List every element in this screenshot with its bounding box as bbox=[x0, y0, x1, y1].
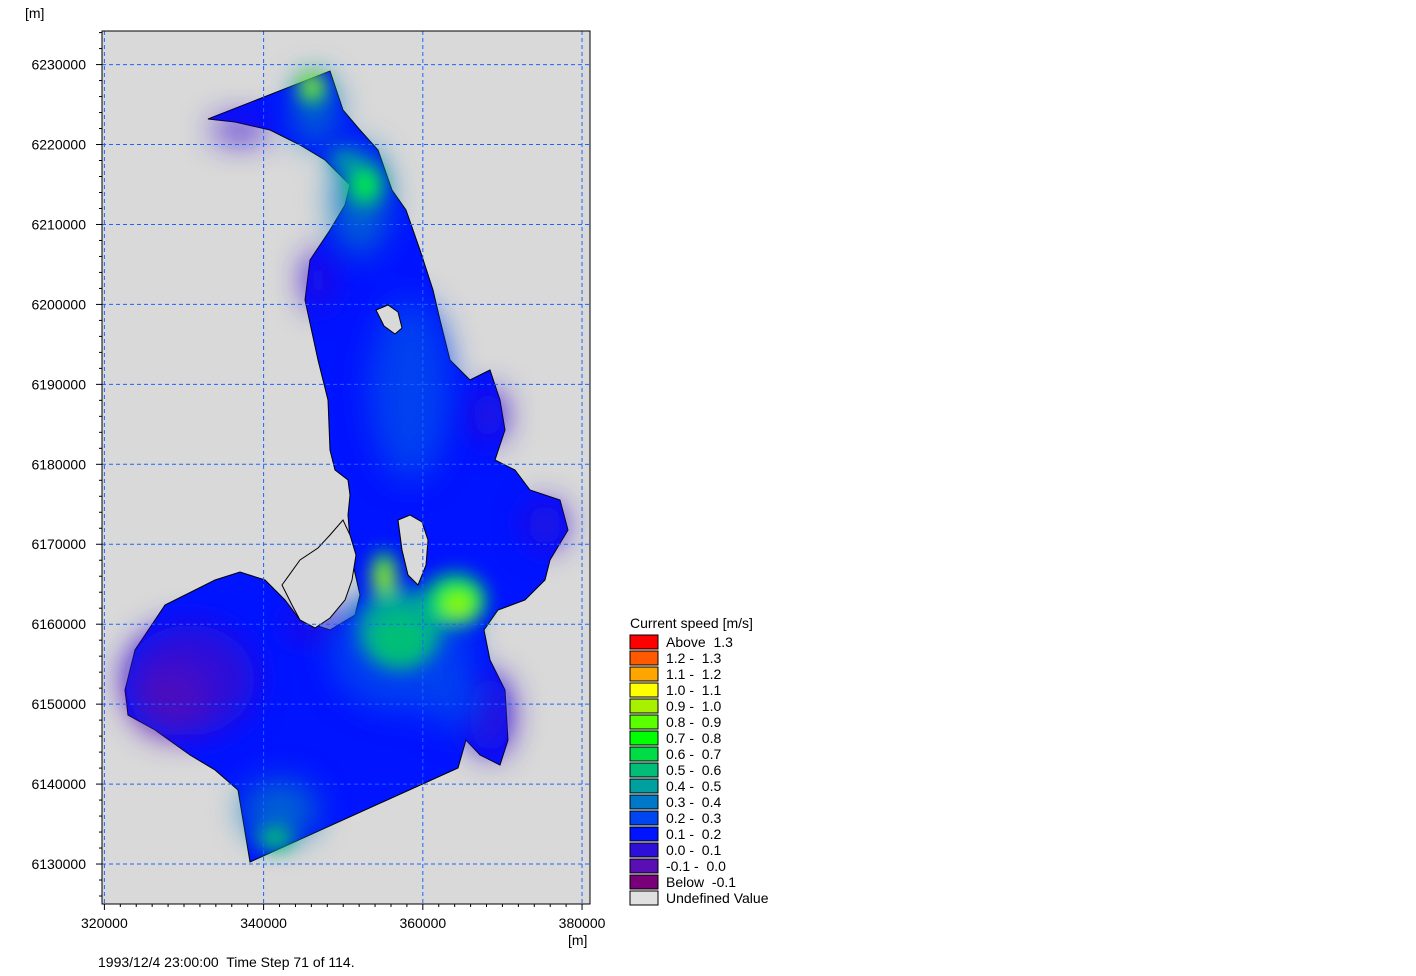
legend-swatch bbox=[629, 634, 659, 650]
legend-swatch bbox=[629, 810, 659, 826]
legend-swatch bbox=[629, 874, 659, 890]
legend: Current speed [m/s] Above 1.31.2 - 1.31.… bbox=[629, 615, 769, 906]
x-axis: 320000 340000 360000 380000 bbox=[81, 904, 606, 931]
legend-swatch bbox=[629, 746, 659, 762]
legend-label: -0.1 - 0.0 bbox=[666, 858, 726, 874]
y-tick-label: 6160000 bbox=[31, 616, 86, 632]
legend-label: 0.3 - 0.4 bbox=[666, 794, 721, 810]
y-tick-label: 6180000 bbox=[31, 456, 86, 472]
legend-label: 0.4 - 0.5 bbox=[666, 778, 721, 794]
legend-label: 0.2 - 0.3 bbox=[666, 810, 721, 826]
y-axis-unit: [m] bbox=[25, 5, 44, 21]
x-tick-label: 320000 bbox=[81, 915, 128, 931]
legend-swatch bbox=[629, 778, 659, 794]
x-tick-label: 360000 bbox=[399, 915, 446, 931]
legend-swatch bbox=[629, 666, 659, 682]
y-tick-label: 6190000 bbox=[31, 376, 86, 392]
legend-swatch bbox=[629, 842, 659, 858]
legend-swatch bbox=[629, 890, 659, 906]
y-tick-label: 6220000 bbox=[31, 137, 86, 153]
legend-label: 0.8 - 0.9 bbox=[666, 714, 721, 730]
x-tick-label: 380000 bbox=[559, 915, 606, 931]
y-tick-label: 6210000 bbox=[31, 216, 86, 232]
y-tick-label: 6150000 bbox=[31, 696, 86, 712]
legend-label: 0.0 - 0.1 bbox=[666, 842, 721, 858]
legend-title: Current speed [m/s] bbox=[630, 615, 753, 631]
y-tick-label: 6170000 bbox=[31, 536, 86, 552]
y-tick-label: 6140000 bbox=[31, 776, 86, 792]
legend-label: 0.9 - 1.0 bbox=[666, 698, 721, 714]
legend-label: Above 1.3 bbox=[666, 634, 733, 650]
x-tick-label: 340000 bbox=[240, 915, 287, 931]
legend-label: 0.7 - 0.8 bbox=[666, 730, 721, 746]
legend-label: 0.5 - 0.6 bbox=[666, 762, 721, 778]
legend-label: 1.0 - 1.1 bbox=[666, 682, 721, 698]
y-tick-label: 6130000 bbox=[31, 856, 86, 872]
x-axis-unit: [m] bbox=[568, 932, 587, 948]
legend-swatch bbox=[629, 858, 659, 874]
legend-swatch bbox=[629, 650, 659, 666]
y-axis: 6130000 6140000 6150000 6160000 6170000 61800… bbox=[31, 32, 102, 897]
legend-swatch bbox=[629, 682, 659, 698]
y-tick-label: 6200000 bbox=[31, 296, 86, 312]
legend-swatch bbox=[629, 762, 659, 778]
legend-swatch bbox=[629, 714, 659, 730]
legend-label: Undefined Value bbox=[666, 890, 769, 906]
legend-swatch bbox=[629, 794, 659, 810]
legend-swatch bbox=[629, 826, 659, 842]
legend-label: 1.1 - 1.2 bbox=[666, 666, 721, 682]
legend-swatch bbox=[629, 730, 659, 746]
legend-label: 1.2 - 1.3 bbox=[666, 650, 721, 666]
legend-label: 0.6 - 0.7 bbox=[666, 746, 721, 762]
time-step-status: 1993/12/4 23:00:00 Time Step 71 of 114. bbox=[98, 954, 355, 970]
legend-swatch bbox=[629, 698, 659, 714]
legend-label: 0.1 - 0.2 bbox=[666, 826, 721, 842]
y-tick-label: 6230000 bbox=[31, 57, 86, 73]
legend-label: Below -0.1 bbox=[666, 874, 736, 890]
chart-figure: [m] [m] 61300006140000615000061600006170… bbox=[25, 5, 769, 948]
